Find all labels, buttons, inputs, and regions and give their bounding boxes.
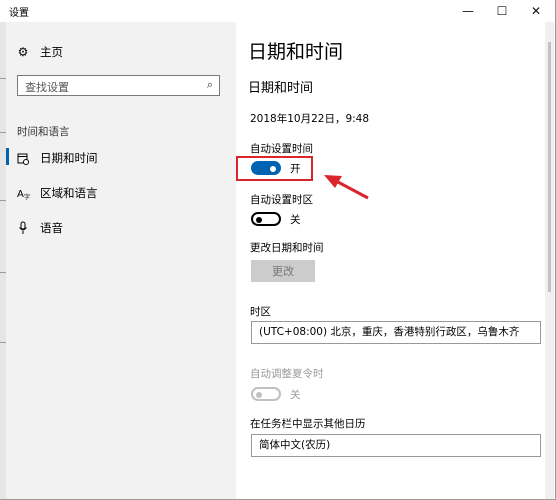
- gear-icon: ⚙: [17, 45, 29, 59]
- change-datetime-label: 更改日期和时间: [250, 242, 324, 254]
- taskbar-calendar-select[interactable]: 简体中文(农历): [251, 434, 541, 457]
- change-button[interactable]: 更改: [251, 260, 315, 282]
- annotation-arrow-icon: [324, 175, 369, 200]
- sidebar-item-label: 语音: [40, 221, 63, 235]
- section-label: 时间和语言: [17, 126, 70, 138]
- scrollbar[interactable]: [545, 22, 554, 499]
- auto-timezone-state: 关: [290, 214, 301, 226]
- auto-time-label: 自动设置时间: [250, 143, 313, 155]
- auto-timezone-toggle[interactable]: [251, 212, 281, 226]
- close-button[interactable]: ✕: [519, 1, 553, 21]
- sidebar-item-label: 区域和语言: [40, 186, 98, 200]
- settings-window: 设置 — ☐ ✕ ⚙ 主页 查找设置 ⌕ 时间和语言 日期和时间 A字 区域和语…: [0, 0, 556, 500]
- window-title: 设置: [9, 8, 29, 19]
- scrollbar-thumb[interactable]: [548, 42, 551, 292]
- sidebar: ⚙ 主页 查找设置 ⌕ 时间和语言 日期和时间 A字 区域和语言 语音: [6, 22, 236, 499]
- current-datetime: 2018年10月22日，9:48: [250, 113, 370, 125]
- title-bar[interactable]: 设置 — ☐ ✕: [0, 0, 555, 22]
- sidebar-item-date-time[interactable]: 日期和时间: [16, 150, 98, 166]
- microphone-icon: [16, 221, 30, 235]
- sidebar-item-label: 主页: [40, 45, 63, 59]
- timezone-label: 时区: [250, 306, 271, 318]
- svg-text:A: A: [17, 189, 24, 200]
- clock-calendar-icon: [16, 152, 30, 165]
- search-placeholder: 查找设置: [25, 81, 69, 94]
- annotation-highlight-box: [236, 156, 313, 181]
- main-content: 日期和时间 日期和时间 2018年10月22日，9:48 自动设置时间 开 自动…: [236, 22, 542, 499]
- auto-timezone-label: 自动设置时区: [250, 194, 313, 206]
- page-title: 日期和时间: [248, 41, 344, 63]
- maximize-button[interactable]: ☐: [485, 1, 519, 21]
- sidebar-item-label: 日期和时间: [40, 151, 98, 165]
- sidebar-item-region-language[interactable]: A字 区域和语言: [16, 185, 98, 201]
- sidebar-item-home[interactable]: ⚙ 主页: [16, 44, 63, 60]
- dst-label: 自动调整夏令时: [250, 368, 324, 380]
- dst-toggle[interactable]: [251, 387, 281, 401]
- toggle-knob: [256, 392, 262, 398]
- section-title: 日期和时间: [248, 81, 314, 96]
- search-icon[interactable]: ⌕: [207, 78, 213, 92]
- minimize-button[interactable]: —: [451, 1, 485, 21]
- svg-text:字: 字: [24, 193, 30, 200]
- taskbar-calendar-label: 在任务栏中显示其他日历: [250, 418, 366, 430]
- language-icon: A字: [16, 187, 30, 200]
- active-indicator: [6, 148, 9, 165]
- dst-state: 关: [290, 389, 301, 401]
- search-input[interactable]: 查找设置 ⌕: [17, 75, 220, 96]
- toggle-knob: [256, 217, 262, 223]
- sidebar-item-speech[interactable]: 语音: [16, 220, 63, 236]
- timezone-select[interactable]: (UTC+08:00) 北京，重庆，香港特别行政区，乌鲁木齐: [251, 321, 541, 344]
